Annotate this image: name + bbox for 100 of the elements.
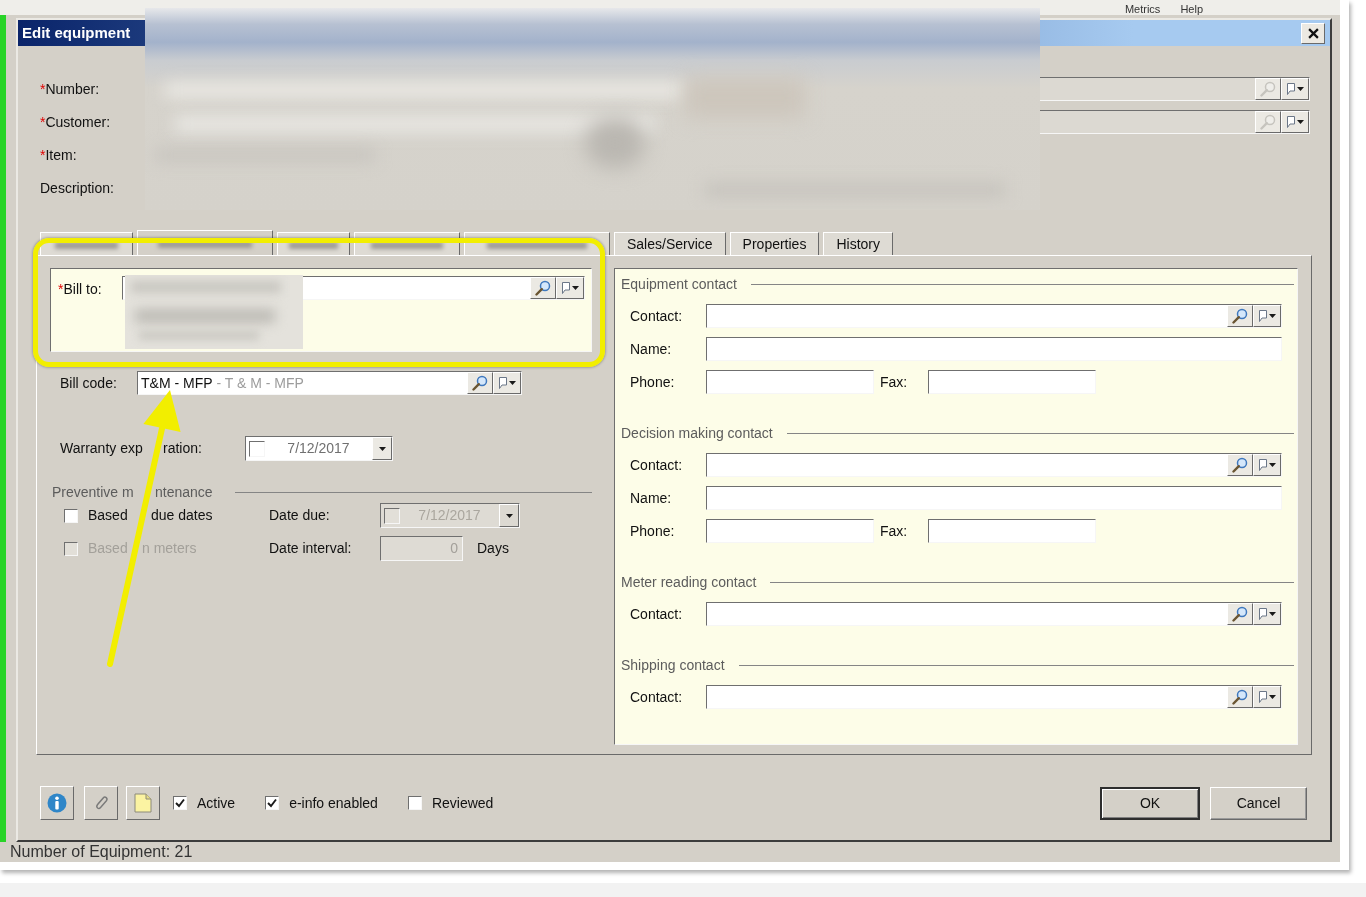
attach-button[interactable] bbox=[84, 786, 118, 820]
close-button[interactable] bbox=[1301, 22, 1325, 44]
checkbox-label: Reviewed bbox=[431, 793, 494, 813]
field-label: Contact: bbox=[630, 687, 684, 707]
field-label: Description: bbox=[40, 178, 115, 198]
dropdown-button[interactable] bbox=[1253, 305, 1281, 327]
lookup-button[interactable] bbox=[1227, 305, 1253, 327]
input-field[interactable] bbox=[706, 337, 1282, 361]
lookup-field[interactable] bbox=[706, 685, 1282, 709]
dropdown-button[interactable] bbox=[372, 437, 392, 460]
dropdown-button[interactable] bbox=[493, 372, 521, 394]
lookup-button[interactable] bbox=[1227, 686, 1253, 708]
group-heading: Preventive m bbox=[52, 482, 134, 502]
lookup-button[interactable] bbox=[1255, 111, 1281, 133]
group-heading: Decision making contact bbox=[621, 423, 773, 443]
dropdown-button[interactable] bbox=[1281, 78, 1309, 100]
tab[interactable]: Properties bbox=[729, 232, 820, 255]
checkbox-label: due dates bbox=[151, 506, 213, 525]
caret-icon bbox=[1296, 120, 1304, 124]
input-field[interactable] bbox=[928, 370, 1096, 394]
dialog-button[interactable]: OK bbox=[1100, 786, 1200, 820]
caret-icon bbox=[508, 381, 516, 385]
group-heading: ntenance bbox=[155, 482, 213, 502]
checkbox[interactable] bbox=[249, 440, 265, 457]
field-label: *Bill to: bbox=[58, 280, 103, 299]
checkbox-label: e-info enabled bbox=[289, 793, 378, 813]
field-label: ration: bbox=[163, 439, 202, 458]
date-picker[interactable]: 7/12/2017 bbox=[245, 436, 393, 461]
caret-icon bbox=[1268, 314, 1276, 318]
search-icon bbox=[1232, 308, 1248, 324]
input-field[interactable] bbox=[928, 519, 1096, 543]
checkbox[interactable] bbox=[265, 796, 280, 810]
input-field[interactable] bbox=[706, 370, 874, 394]
caret-icon bbox=[505, 513, 513, 518]
group-heading: Meter reading contact bbox=[621, 572, 757, 592]
menu-item[interactable]: Metrics bbox=[1124, 3, 1161, 15]
lookup-field[interactable] bbox=[706, 304, 1282, 328]
search-icon bbox=[1232, 457, 1248, 473]
dropdown-button[interactable] bbox=[1281, 111, 1309, 133]
input-field[interactable] bbox=[706, 519, 874, 543]
search-icon bbox=[1232, 606, 1248, 622]
info-button[interactable] bbox=[40, 786, 74, 820]
speech-bubble-icon bbox=[1258, 459, 1267, 471]
speech-bubble-icon bbox=[561, 282, 570, 294]
checkbox-label: Active bbox=[197, 793, 236, 813]
speech-bubble-icon bbox=[1258, 691, 1267, 703]
field-label: Fax: bbox=[880, 372, 909, 392]
search-icon bbox=[472, 375, 488, 391]
checkbox[interactable] bbox=[407, 796, 422, 810]
field-label: Date interval: bbox=[269, 539, 353, 558]
field-label: *Customer: bbox=[40, 112, 112, 132]
caret-icon bbox=[1268, 463, 1276, 467]
tab[interactable]: History bbox=[823, 232, 893, 255]
field-label: Contact: bbox=[630, 604, 684, 624]
caret-icon bbox=[1268, 695, 1276, 699]
status-text: Number of Equipment: 21 bbox=[10, 842, 193, 862]
checkmark-icon bbox=[267, 798, 278, 808]
note-icon bbox=[134, 793, 152, 813]
lookup-button[interactable] bbox=[467, 372, 493, 394]
menu-item[interactable]: Help bbox=[1180, 3, 1203, 15]
tab[interactable]: Sales/Service bbox=[614, 232, 726, 255]
field-label: Date due: bbox=[269, 506, 331, 525]
caret-icon bbox=[1268, 612, 1276, 616]
search-icon bbox=[1232, 689, 1248, 705]
dropdown-button[interactable] bbox=[1253, 686, 1281, 708]
lookup-button[interactable] bbox=[1227, 603, 1253, 625]
note-button[interactable] bbox=[126, 786, 160, 820]
dialog-button[interactable]: Cancel bbox=[1210, 786, 1307, 820]
speech-bubble-icon bbox=[1286, 116, 1295, 128]
dropdown-button[interactable] bbox=[556, 277, 584, 299]
info-icon bbox=[47, 793, 67, 813]
checkbox[interactable] bbox=[64, 508, 78, 523]
search-icon bbox=[535, 280, 551, 296]
lookup-field[interactable]: T&M - MFP - T & M - MFP bbox=[137, 371, 522, 395]
field-label: *Number: bbox=[40, 79, 101, 99]
field-label: Phone: bbox=[630, 372, 676, 392]
group-heading: Equipment contact bbox=[621, 274, 737, 294]
caret-icon bbox=[1296, 87, 1304, 91]
field-label: Name: bbox=[630, 488, 673, 508]
search-icon bbox=[1260, 114, 1276, 130]
speech-bubble-icon bbox=[498, 377, 507, 389]
lookup-button[interactable] bbox=[1255, 78, 1281, 100]
field-label: Contact: bbox=[630, 455, 684, 475]
input-field[interactable] bbox=[706, 486, 1282, 510]
dropdown-button[interactable] bbox=[1253, 454, 1281, 476]
dropdown-button[interactable] bbox=[1253, 603, 1281, 625]
checkmark-icon bbox=[175, 798, 185, 808]
search-icon bbox=[1260, 81, 1276, 97]
field-label: Warranty exp bbox=[60, 439, 143, 458]
field-label: Contact: bbox=[630, 306, 684, 326]
lookup-button[interactable] bbox=[1227, 454, 1253, 476]
close-icon bbox=[1307, 27, 1319, 39]
lookup-field[interactable] bbox=[706, 602, 1282, 626]
unit-label: Days bbox=[477, 539, 509, 558]
field-label: Phone: bbox=[630, 521, 676, 541]
caret-icon bbox=[571, 286, 579, 290]
group-heading: Shipping contact bbox=[621, 655, 725, 675]
checkbox[interactable] bbox=[173, 796, 187, 810]
lookup-field[interactable] bbox=[706, 453, 1282, 477]
lookup-button[interactable] bbox=[530, 277, 556, 299]
